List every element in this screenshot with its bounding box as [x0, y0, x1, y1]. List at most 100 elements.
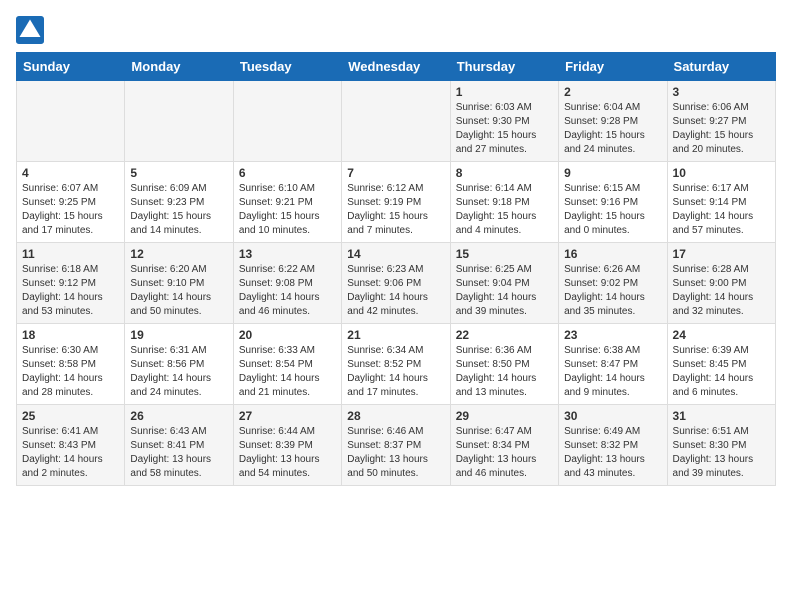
calendar-week-row: 18 Sunrise: 6:30 AM Sunset: 8:58 PM Dayli…	[17, 324, 776, 405]
day-number: 29	[456, 409, 553, 423]
calendar-cell	[125, 81, 233, 162]
day-header-thursday: Thursday	[450, 53, 558, 81]
cell-content: Sunrise: 6:39 AM Sunset: 8:45 PM Dayligh…	[673, 344, 770, 400]
calendar-cell: 20 Sunrise: 6:33 AM Sunset: 8:54 PM Dayli…	[233, 324, 341, 405]
calendar-cell	[342, 81, 450, 162]
calendar-cell: 25Sunrise: 6:41 AM Sunset: 8:43 PM Dayli…	[17, 405, 125, 486]
calendar-cell: 21Sunrise: 6:34 AM Sunset: 8:52 PM Dayli…	[342, 324, 450, 405]
calendar-cell: 8 Sunrise: 6:14 AM Sunset: 9:18 PM Daylig…	[450, 162, 558, 243]
cell-content: Sunrise: 6:07 AM Sunset: 9:25 PM Dayligh…	[22, 182, 119, 238]
logo-icon	[16, 16, 44, 44]
cell-content: Sunrise: 6:25 AM Sunset: 9:04 PM Dayligh…	[456, 263, 553, 319]
day-number: 7	[347, 166, 444, 180]
cell-content: Sunrise: 6:49 AM Sunset: 8:32 PM Dayligh…	[564, 425, 661, 481]
cell-content: Sunrise: 6:12 AM Sunset: 9:19 PM Dayligh…	[347, 182, 444, 238]
cell-content: Sunrise: 6:51 AM Sunset: 8:30 PM Dayligh…	[673, 425, 770, 481]
cell-content: Sunrise: 6:38 AM Sunset: 8:47 PM Dayligh…	[564, 344, 661, 400]
cell-content: Sunrise: 6:20 AM Sunset: 9:10 PM Dayligh…	[130, 263, 227, 319]
cell-content: Sunrise: 6:36 AM Sunset: 8:50 PM Dayligh…	[456, 344, 553, 400]
day-number: 14	[347, 247, 444, 261]
cell-content: Sunrise: 6:09 AM Sunset: 9:23 PM Dayligh…	[130, 182, 227, 238]
day-header-friday: Friday	[559, 53, 667, 81]
calendar-cell: 26 Sunrise: 6:43 AM Sunset: 8:41 PM Dayli…	[125, 405, 233, 486]
day-number: 5	[130, 166, 227, 180]
day-number: 21	[347, 328, 444, 342]
day-number: 31	[673, 409, 770, 423]
calendar-cell: 15 Sunrise: 6:25 AM Sunset: 9:04 PM Dayli…	[450, 243, 558, 324]
page-header	[16, 16, 776, 44]
cell-content: Sunrise: 6:33 AM Sunset: 8:54 PM Dayligh…	[239, 344, 336, 400]
cell-content: Sunrise: 6:43 AM Sunset: 8:41 PM Dayligh…	[130, 425, 227, 481]
calendar-cell: 28 Sunrise: 6:46 AM Sunset: 8:37 PM Dayli…	[342, 405, 450, 486]
calendar-cell: 31 Sunrise: 6:51 AM Sunset: 8:30 PM Dayli…	[667, 405, 775, 486]
cell-content: Sunrise: 6:28 AM Sunset: 9:00 PM Dayligh…	[673, 263, 770, 319]
calendar-cell: 5 Sunrise: 6:09 AM Sunset: 9:23 PM Daylig…	[125, 162, 233, 243]
calendar-cell: 10 Sunrise: 6:17 AM Sunset: 9:14 PM Dayli…	[667, 162, 775, 243]
cell-content: Sunrise: 6:23 AM Sunset: 9:06 PM Dayligh…	[347, 263, 444, 319]
calendar-cell: 9Sunrise: 6:15 AM Sunset: 9:16 PM Daylig…	[559, 162, 667, 243]
day-header-monday: Monday	[125, 53, 233, 81]
cell-content: Sunrise: 6:26 AM Sunset: 9:02 PM Dayligh…	[564, 263, 661, 319]
day-number: 10	[673, 166, 770, 180]
calendar-cell: 24 Sunrise: 6:39 AM Sunset: 8:45 PM Dayli…	[667, 324, 775, 405]
cell-content: Sunrise: 6:22 AM Sunset: 9:08 PM Dayligh…	[239, 263, 336, 319]
cell-content: Sunrise: 6:18 AM Sunset: 9:12 PM Dayligh…	[22, 263, 119, 319]
cell-content: Sunrise: 6:30 AM Sunset: 8:58 PM Dayligh…	[22, 344, 119, 400]
calendar-cell: 29 Sunrise: 6:47 AM Sunset: 8:34 PM Dayli…	[450, 405, 558, 486]
cell-content: Sunrise: 6:47 AM Sunset: 8:34 PM Dayligh…	[456, 425, 553, 481]
calendar-cell: 13 Sunrise: 6:22 AM Sunset: 9:08 PM Dayli…	[233, 243, 341, 324]
calendar-cell: 17 Sunrise: 6:28 AM Sunset: 9:00 PM Dayli…	[667, 243, 775, 324]
day-number: 24	[673, 328, 770, 342]
day-number: 3	[673, 85, 770, 99]
day-number: 20	[239, 328, 336, 342]
day-number: 6	[239, 166, 336, 180]
calendar-cell: 6 Sunrise: 6:10 AM Sunset: 9:21 PM Daylig…	[233, 162, 341, 243]
calendar-table: SundayMondayTuesdayWednesdayThursdayFrid…	[16, 52, 776, 486]
calendar-week-row: 1 Sunrise: 6:03 AM Sunset: 9:30 PM Daylig…	[17, 81, 776, 162]
calendar-cell	[233, 81, 341, 162]
cell-content: Sunrise: 6:10 AM Sunset: 9:21 PM Dayligh…	[239, 182, 336, 238]
cell-content: Sunrise: 6:06 AM Sunset: 9:27 PM Dayligh…	[673, 101, 770, 157]
day-number: 30	[564, 409, 661, 423]
cell-content: Sunrise: 6:46 AM Sunset: 8:37 PM Dayligh…	[347, 425, 444, 481]
calendar-cell: 27Sunrise: 6:44 AM Sunset: 8:39 PM Dayli…	[233, 405, 341, 486]
day-number: 18	[22, 328, 119, 342]
day-number: 19	[130, 328, 227, 342]
calendar-cell: 18 Sunrise: 6:30 AM Sunset: 8:58 PM Dayli…	[17, 324, 125, 405]
cell-content: Sunrise: 6:14 AM Sunset: 9:18 PM Dayligh…	[456, 182, 553, 238]
calendar-week-row: 4 Sunrise: 6:07 AM Sunset: 9:25 PM Daylig…	[17, 162, 776, 243]
day-header-wednesday: Wednesday	[342, 53, 450, 81]
day-number: 2	[564, 85, 661, 99]
logo	[16, 16, 48, 44]
cell-content: Sunrise: 6:17 AM Sunset: 9:14 PM Dayligh…	[673, 182, 770, 238]
calendar-cell	[17, 81, 125, 162]
cell-content: Sunrise: 6:03 AM Sunset: 9:30 PM Dayligh…	[456, 101, 553, 157]
calendar-cell: 7 Sunrise: 6:12 AM Sunset: 9:19 PM Daylig…	[342, 162, 450, 243]
day-number: 26	[130, 409, 227, 423]
calendar-cell: 3 Sunrise: 6:06 AM Sunset: 9:27 PM Daylig…	[667, 81, 775, 162]
day-number: 12	[130, 247, 227, 261]
calendar-cell: 2Sunrise: 6:04 AM Sunset: 9:28 PM Daylig…	[559, 81, 667, 162]
day-header-tuesday: Tuesday	[233, 53, 341, 81]
day-number: 13	[239, 247, 336, 261]
calendar-cell: 23 Sunrise: 6:38 AM Sunset: 8:47 PM Dayli…	[559, 324, 667, 405]
day-header-sunday: Sunday	[17, 53, 125, 81]
day-number: 16	[564, 247, 661, 261]
day-number: 1	[456, 85, 553, 99]
day-number: 28	[347, 409, 444, 423]
day-number: 27	[239, 409, 336, 423]
calendar-cell: 22Sunrise: 6:36 AM Sunset: 8:50 PM Dayli…	[450, 324, 558, 405]
calendar-cell: 12 Sunrise: 6:20 AM Sunset: 9:10 PM Dayli…	[125, 243, 233, 324]
day-number: 15	[456, 247, 553, 261]
day-number: 23	[564, 328, 661, 342]
days-header-row: SundayMondayTuesdayWednesdayThursdayFrid…	[17, 53, 776, 81]
day-number: 4	[22, 166, 119, 180]
day-number: 11	[22, 247, 119, 261]
day-number: 17	[673, 247, 770, 261]
calendar-week-row: 11 Sunrise: 6:18 AM Sunset: 9:12 PM Dayli…	[17, 243, 776, 324]
calendar-week-row: 25Sunrise: 6:41 AM Sunset: 8:43 PM Dayli…	[17, 405, 776, 486]
day-number: 25	[22, 409, 119, 423]
calendar-cell: 11 Sunrise: 6:18 AM Sunset: 9:12 PM Dayli…	[17, 243, 125, 324]
calendar-cell: 14 Sunrise: 6:23 AM Sunset: 9:06 PM Dayli…	[342, 243, 450, 324]
day-number: 8	[456, 166, 553, 180]
